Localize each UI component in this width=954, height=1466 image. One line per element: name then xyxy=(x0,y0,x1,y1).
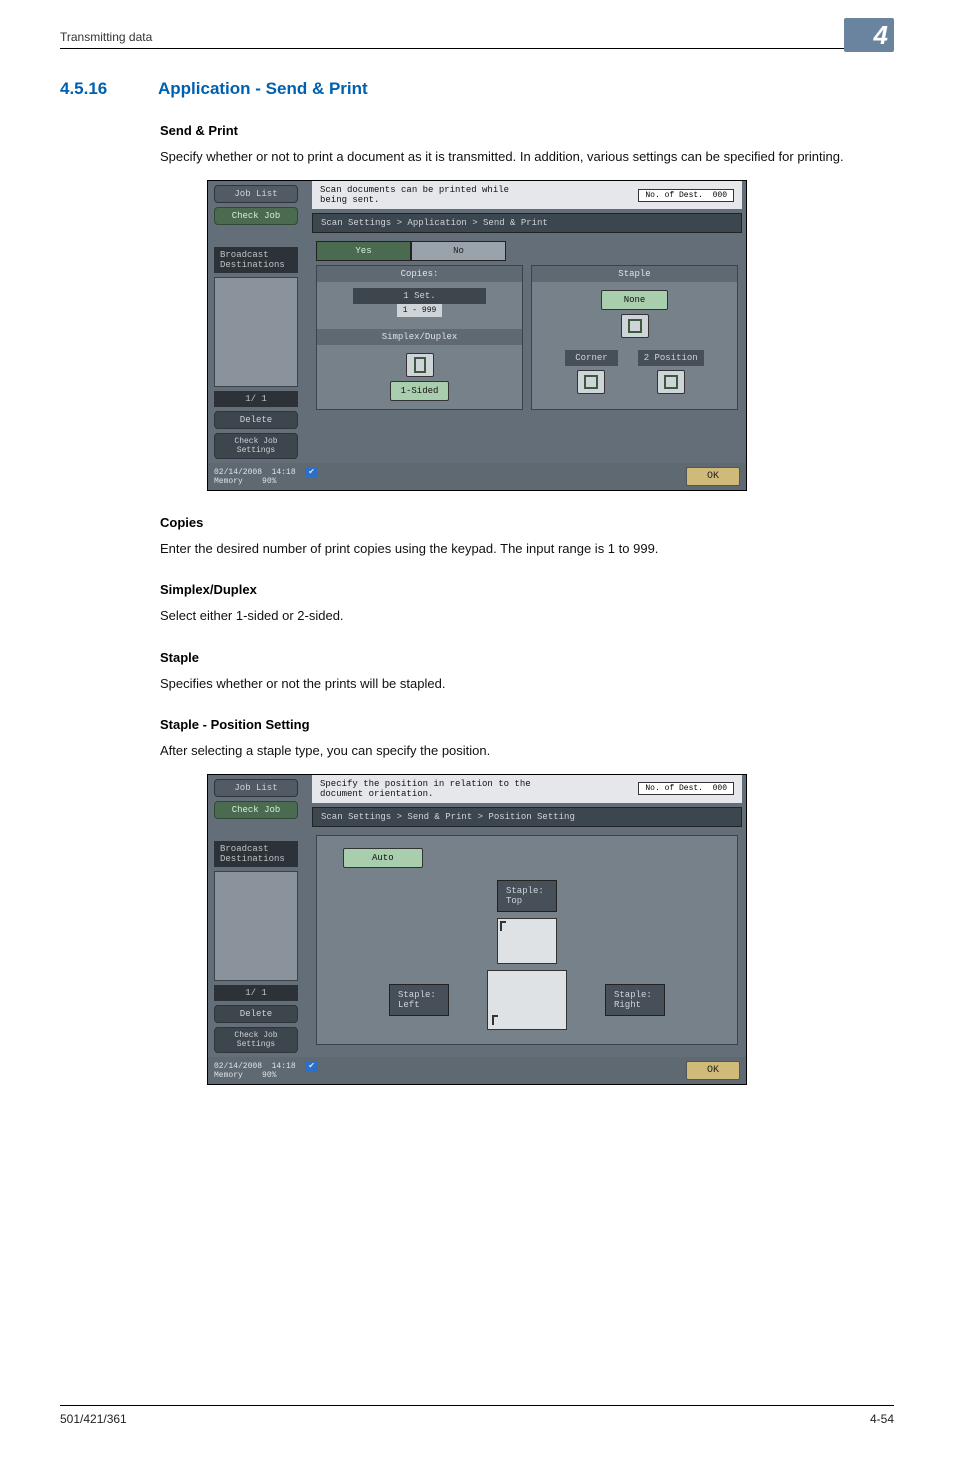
subhead-send-print: Send & Print xyxy=(160,123,894,138)
check-job-settings-button[interactable]: Check Job Settings xyxy=(214,1027,298,1053)
staple-2pos-button[interactable]: 2 Position xyxy=(638,350,704,366)
job-list-tab[interactable]: Job List xyxy=(214,185,298,203)
copies-range: 1 - 999 xyxy=(397,304,443,317)
text-send-print: Specify whether or not to print a docume… xyxy=(160,148,894,166)
chapter-badge: 4 xyxy=(844,18,894,52)
staple-panel-head: Staple xyxy=(532,266,737,282)
staple-top-button[interactable]: Staple: Top xyxy=(497,880,557,912)
broadcast-label: Broadcast Destinations xyxy=(214,841,298,867)
auto-button[interactable]: Auto xyxy=(343,848,423,868)
message-text: Scan documents can be printed whilebeing… xyxy=(320,185,509,205)
check-job-settings-button[interactable]: Check Job Settings xyxy=(214,433,298,459)
breadcrumb: Scan Settings > Send & Print > Position … xyxy=(312,807,742,827)
page-indicator: 1/ 1 xyxy=(214,985,298,1001)
staple-right-button[interactable]: Staple: Right xyxy=(605,984,665,1016)
section-title: Application - Send & Print xyxy=(158,79,368,99)
text-simplex: Select either 1-sided or 2-sided. xyxy=(160,607,894,625)
copies-value: 1 Set. xyxy=(353,288,486,304)
screenshot-send-print: Job List Check Job Broadcast Destination… xyxy=(207,180,747,491)
orientation-preview-main xyxy=(487,970,567,1030)
subhead-staple-position: Staple - Position Setting xyxy=(160,717,894,732)
dest-count: No. of Dest. 000 xyxy=(638,189,734,202)
running-head: Transmitting data xyxy=(60,30,894,49)
yes-toggle[interactable]: Yes xyxy=(316,241,411,261)
delete-button[interactable]: Delete xyxy=(214,411,298,429)
staple-corner-button[interactable]: Corner xyxy=(565,350,617,366)
duplex-icon-button[interactable] xyxy=(406,353,434,377)
corner-icon xyxy=(577,370,605,394)
text-copies: Enter the desired number of print copies… xyxy=(160,540,894,558)
ok-button[interactable]: OK xyxy=(686,467,740,486)
check-job-tab[interactable]: Check Job xyxy=(214,207,298,225)
subhead-staple: Staple xyxy=(160,650,894,665)
job-list-tab[interactable]: Job List xyxy=(214,779,298,797)
subhead-simplex: Simplex/Duplex xyxy=(160,582,894,597)
staple-left-button[interactable]: Staple: Left xyxy=(389,984,449,1016)
delete-button[interactable]: Delete xyxy=(214,1005,298,1023)
section-number: 4.5.16 xyxy=(60,79,130,99)
copies-panel-head: Copies: xyxy=(317,266,522,282)
message-text: Specify the position in relation to thed… xyxy=(320,779,531,799)
broadcast-label: Broadcast Destinations xyxy=(214,247,298,273)
simplex-panel-head: Simplex/Duplex xyxy=(317,329,522,345)
screenshot-position-setting: Job List Check Job Broadcast Destination… xyxy=(207,774,747,1085)
breadcrumb: Scan Settings > Application > Send & Pri… xyxy=(312,213,742,233)
text-staple: Specifies whether or not the prints will… xyxy=(160,675,894,693)
no-toggle[interactable]: No xyxy=(411,241,506,261)
page-indicator: 1/ 1 xyxy=(214,391,298,407)
footer-right: 4-54 xyxy=(870,1412,894,1426)
check-job-tab[interactable]: Check Job xyxy=(214,801,298,819)
two-position-icon xyxy=(657,370,685,394)
subhead-copies: Copies xyxy=(160,515,894,530)
page-icon xyxy=(414,357,426,373)
footer-left: 501/421/361 xyxy=(60,1412,127,1426)
one-sided-button[interactable]: 1-Sided xyxy=(390,381,450,401)
ok-button[interactable]: OK xyxy=(686,1061,740,1080)
status-date-time: 02/14/2008 14:18 ✔ Memory 90% xyxy=(214,1061,318,1080)
orientation-preview-top xyxy=(497,918,557,964)
text-staple-position: After selecting a staple type, you can s… xyxy=(160,742,894,760)
staple-preview-icon xyxy=(621,314,649,338)
status-date-time: 02/14/2008 14:18 ✔ Memory 90% xyxy=(214,467,318,486)
dest-count: No. of Dest. 000 xyxy=(638,782,734,795)
staple-none-button[interactable]: None xyxy=(601,290,669,310)
